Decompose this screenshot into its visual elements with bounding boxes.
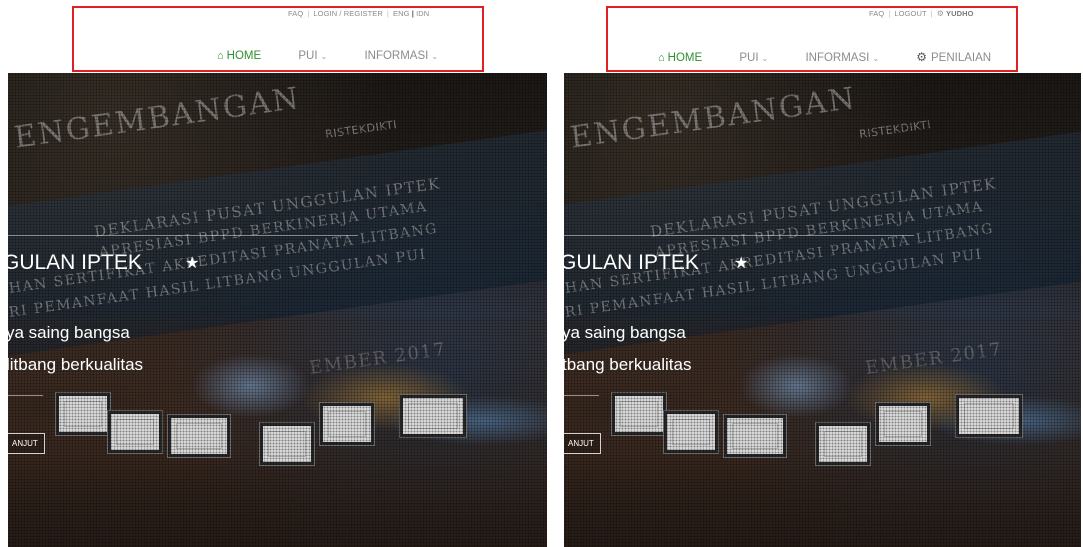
read-more-button[interactable]: ANJUT bbox=[564, 433, 601, 454]
nav-pui-label: PUI bbox=[298, 50, 318, 62]
cogs-icon: ⚙ bbox=[916, 50, 927, 64]
divider bbox=[8, 395, 43, 396]
chevron-down-icon: ⌄ bbox=[761, 54, 769, 63]
certificate-frame bbox=[168, 415, 230, 457]
banner-text: EMBER 2017 bbox=[308, 338, 448, 379]
nav-home-label: HOME bbox=[226, 50, 262, 62]
panel-logged-in: FAQ | LOGOUT | ⚙ YUDHO ⌂ HOME PUI ⌄ INFORMASI ⌄ … bbox=[556, 0, 1083, 547]
nav-informasi-label: INFORMASI bbox=[805, 52, 870, 64]
home-icon: ⌂ bbox=[658, 52, 665, 64]
nav-home-label: HOME bbox=[667, 52, 703, 64]
crowd-photo bbox=[564, 317, 1081, 547]
crowd-photo bbox=[8, 317, 547, 547]
panel-logged-out: FAQ | LOGIN / REGISTER | ENG | IDN ⌂ HOME PUI… bbox=[0, 0, 547, 547]
certificate-frame bbox=[956, 395, 1022, 437]
certificate-frame bbox=[816, 423, 870, 465]
chevron-down-icon: ⌄ bbox=[872, 54, 880, 63]
star-icon: ★ bbox=[734, 255, 749, 272]
hero-title: GULAN IPTEK bbox=[564, 251, 699, 274]
certificate-frame bbox=[108, 411, 162, 453]
banner-text: DEKLARASI PUSAT UNGGULAN IPTEK bbox=[93, 174, 442, 241]
banner-text: EMBER 2017 bbox=[864, 338, 1004, 379]
certificate-frame bbox=[320, 403, 374, 445]
nav-penilaian[interactable]: ⚙ PENILAIAN bbox=[916, 50, 991, 64]
divider bbox=[564, 235, 914, 236]
ristekdikti-logo: RISTEKDIKTI bbox=[858, 118, 932, 141]
faq-link[interactable]: FAQ bbox=[869, 9, 884, 18]
top-utility-bar: FAQ | LOGIN / REGISTER | ENG | IDN bbox=[288, 9, 430, 18]
banner-text: DEKLARASI PUSAT UNGGULAN IPTEK bbox=[649, 174, 998, 241]
star-icon: ★ bbox=[185, 255, 200, 272]
divider bbox=[8, 235, 358, 236]
nav-informasi[interactable]: INFORMASI ⌄ bbox=[805, 52, 879, 64]
certificate-frame bbox=[612, 393, 666, 435]
chevron-down-icon: ⌄ bbox=[320, 52, 328, 61]
hero-subtitle-line2: tbang berkualitas bbox=[564, 355, 692, 374]
banner-text: APRESIASI BPPD BERKINERJA UTAMA bbox=[98, 198, 429, 261]
banner-backdrop bbox=[564, 130, 1081, 356]
nav-home[interactable]: ⌂ HOME bbox=[647, 52, 715, 74]
banner-text: APRESIASI BPPD BERKINERJA UTAMA bbox=[654, 198, 985, 261]
nav-informasi[interactable]: INFORMASI ⌄ bbox=[364, 50, 438, 62]
hero-slider[interactable]: ENGEMBANGAN RISTEKDIKTI DEKLARASI PUSAT … bbox=[8, 73, 547, 547]
nav-informasi-label: INFORMASI bbox=[364, 50, 429, 62]
faq-link[interactable]: FAQ bbox=[288, 9, 303, 18]
read-more-button[interactable]: ANJUT bbox=[8, 433, 45, 454]
certificate-frame bbox=[876, 403, 930, 445]
user-gear-icon: ⚙ bbox=[936, 9, 944, 18]
certificate-frame bbox=[400, 395, 466, 437]
hero-slider[interactable]: ENGEMBANGAN RISTEKDIKTI DEKLARASI PUSAT … bbox=[564, 73, 1081, 547]
hero-subtitle-line1: ya saing bangsa bbox=[8, 323, 130, 342]
chevron-down-icon: ⌄ bbox=[431, 52, 439, 61]
nav-pui[interactable]: PUI ⌄ bbox=[739, 52, 768, 64]
main-nav: ⌂ HOME PUI ⌄ INFORMASI ⌄ ⚙ PENILAIAN bbox=[647, 50, 1025, 74]
certificate-frame bbox=[664, 411, 718, 453]
logout-link[interactable]: LOGOUT bbox=[894, 9, 926, 18]
ristekdikti-logo: RISTEKDIKTI bbox=[324, 118, 398, 141]
banner-text: ENGEMBANGAN bbox=[568, 80, 859, 156]
divider bbox=[564, 395, 599, 396]
home-icon: ⌂ bbox=[217, 50, 224, 62]
lang-idn-link[interactable]: IDN bbox=[416, 9, 429, 18]
nav-pui[interactable]: PUI ⌄ bbox=[298, 50, 327, 62]
certificate-frame bbox=[260, 423, 314, 465]
login-register-link[interactable]: LOGIN / REGISTER bbox=[313, 9, 383, 18]
nav-home[interactable]: ⌂ HOME bbox=[206, 50, 274, 72]
username-link[interactable]: YUDHO bbox=[946, 9, 974, 18]
hero-title: GULAN IPTEK bbox=[8, 251, 142, 274]
hero-subtitle-line2: litbang berkualitas bbox=[8, 355, 144, 374]
certificate-frame bbox=[724, 415, 786, 457]
lang-eng-link[interactable]: ENG bbox=[393, 9, 410, 18]
main-nav: ⌂ HOME PUI ⌄ INFORMASI ⌄ bbox=[206, 50, 472, 72]
top-utility-bar: FAQ | LOGOUT | ⚙ YUDHO bbox=[869, 9, 974, 18]
hero-subtitle-line1: ya saing bangsa bbox=[564, 323, 686, 342]
nav-penilaian-label: PENILAIAN bbox=[931, 52, 992, 64]
nav-pui-label: PUI bbox=[739, 52, 759, 64]
certificate-frame bbox=[56, 393, 110, 435]
banner-text: ENGEMBANGAN bbox=[12, 80, 303, 156]
